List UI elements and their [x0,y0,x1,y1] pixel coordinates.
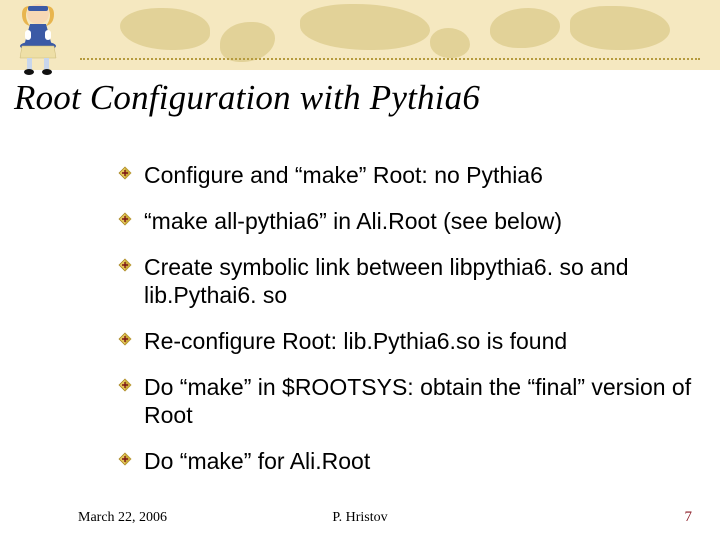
bullet-icon [118,212,132,226]
bullet-text: Do “make” in $ROOTSYS: obtain the “final… [144,374,691,428]
bullet-text: Re-configure Root: lib.Pythia6.so is fou… [144,328,567,354]
slide-title: Root Configuration with Pythia6 [14,78,480,118]
bullet-item: Do “make” for Ali.Root [118,447,718,475]
bullet-text: Do “make” for Ali.Root [144,448,370,474]
bullet-icon [118,332,132,346]
bullet-text: Create symbolic link between libpythia6.… [144,254,629,308]
bullet-item: Do “make” in $ROOTSYS: obtain the “final… [118,373,718,429]
alice-icon [10,2,74,76]
bullet-item: Create symbolic link between libpythia6.… [118,253,718,309]
bullet-icon [118,258,132,272]
footer-author: P. Hristov [0,510,720,526]
bullet-list: Configure and “make” Root: no Pythia6 “m… [78,161,718,493]
footer-page-number: 7 [685,509,693,526]
bullet-icon [118,452,132,466]
bullet-item: Configure and “make” Root: no Pythia6 [118,161,718,189]
header-band [0,0,720,70]
bullet-item: “make all-pythia6” in Ali.Root (see belo… [118,207,718,235]
map-decoration [490,8,560,48]
bullet-text: Configure and “make” Root: no Pythia6 [144,162,543,188]
map-decoration [220,22,275,62]
map-decoration [430,28,470,58]
bullet-item: Re-configure Root: lib.Pythia6.so is fou… [118,327,718,355]
bullet-icon [118,378,132,392]
map-decoration [570,6,670,50]
header-divider [80,58,700,60]
map-decoration [300,4,430,50]
bullet-text: “make all-pythia6” in Ali.Root (see belo… [144,208,562,234]
bullet-icon [118,166,132,180]
map-decoration [120,8,210,50]
